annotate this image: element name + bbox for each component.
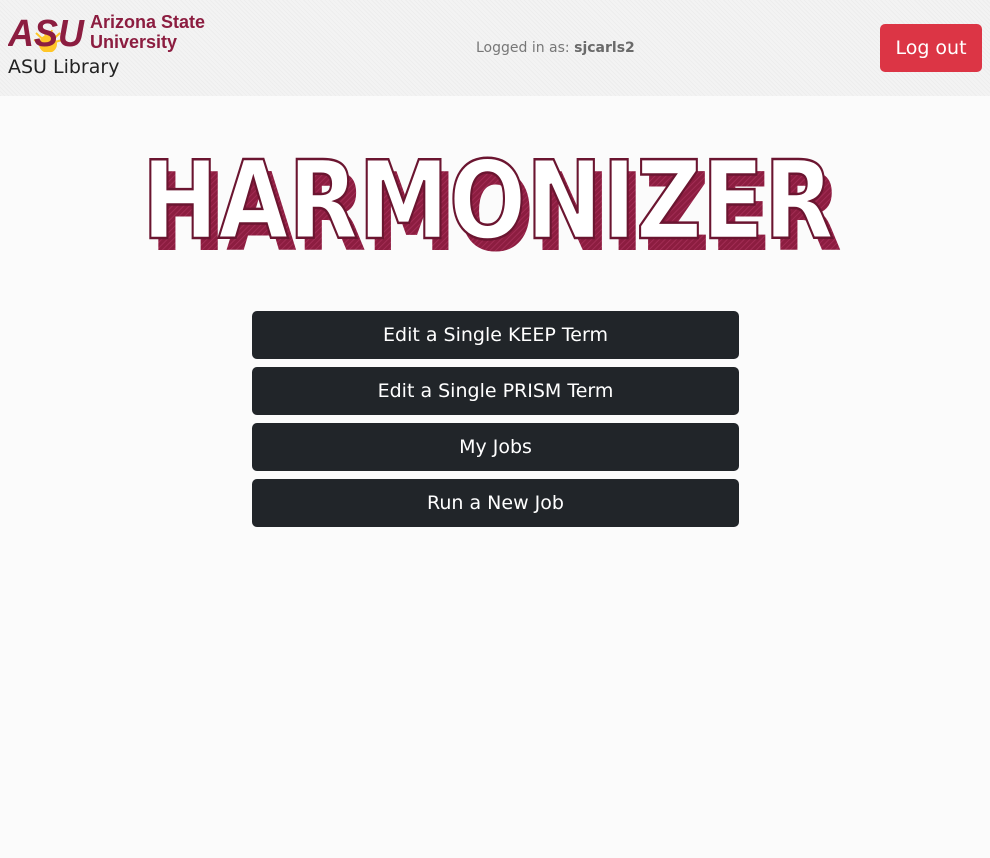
university-name-line2: University — [90, 32, 177, 52]
site-header: ASU Arizona State University ASU Library… — [0, 0, 990, 96]
harmonizer-title: HARMONIZER HARMONIZER — [141, 138, 842, 254]
asu-logo[interactable]: ASU Arizona State University — [8, 12, 218, 52]
run-new-job-button[interactable]: Run a New Job — [252, 479, 739, 527]
my-jobs-button[interactable]: My Jobs — [252, 423, 739, 471]
university-name-line1: Arizona State — [90, 12, 205, 32]
main-menu: Edit a Single KEEP Term Edit a Single PR… — [252, 311, 739, 535]
login-status: Logged in as: sjcarls2 — [476, 40, 635, 56]
login-prefix: Logged in as: — [476, 40, 570, 56]
asu-lettermark: ASU — [8, 13, 85, 52]
edit-keep-term-button[interactable]: Edit a Single KEEP Term — [252, 311, 739, 359]
title-text: HARMONIZER — [142, 139, 834, 254]
asu-library-link[interactable]: ASU Library — [8, 56, 119, 78]
edit-prism-term-button[interactable]: Edit a Single PRISM Term — [252, 367, 739, 415]
username: sjcarls2 — [574, 40, 635, 56]
logout-button[interactable]: Log out — [880, 24, 982, 72]
